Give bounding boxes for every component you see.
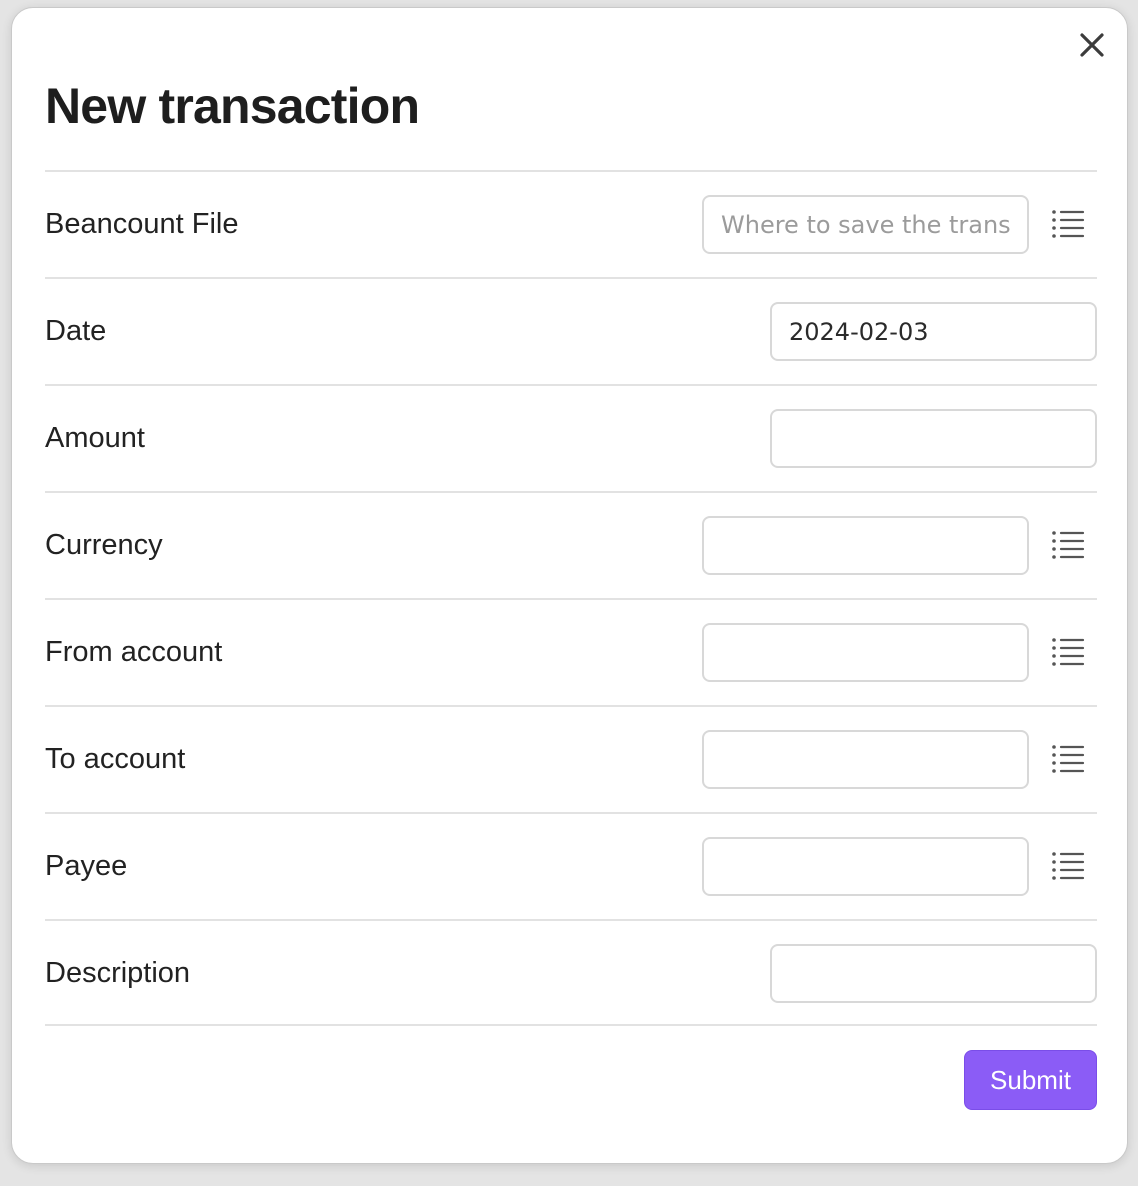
from-account-label: From account (45, 636, 223, 668)
currency-row: Currency (45, 491, 1097, 598)
transaction-form: Beancount File Date Amount Currency (45, 170, 1097, 1026)
close-icon (1080, 33, 1104, 57)
list-icon (1052, 745, 1085, 773)
beancount-file-label: Beancount File (45, 208, 239, 240)
date-input[interactable] (770, 302, 1097, 361)
from-account-list-button[interactable] (1050, 635, 1086, 669)
amount-row: Amount (45, 384, 1097, 491)
close-button[interactable] (1077, 30, 1107, 60)
beancount-file-list-button[interactable] (1050, 207, 1086, 241)
list-icon (1052, 531, 1085, 559)
list-icon (1052, 852, 1085, 880)
dialog-title: New transaction (45, 78, 420, 134)
beancount-file-input[interactable] (702, 195, 1029, 254)
from-account-row: From account (45, 598, 1097, 705)
to-account-list-button[interactable] (1050, 742, 1086, 776)
to-account-label: To account (45, 743, 186, 775)
currency-list-button[interactable] (1050, 528, 1086, 562)
payee-list-button[interactable] (1050, 849, 1086, 883)
currency-label: Currency (45, 529, 163, 561)
payee-label: Payee (45, 850, 128, 882)
description-label: Description (45, 957, 191, 989)
description-input[interactable] (770, 944, 1097, 1003)
to-account-input[interactable] (702, 730, 1029, 789)
new-transaction-dialog: New transaction Beancount File Date Amou… (11, 7, 1128, 1164)
list-icon (1052, 638, 1085, 666)
amount-input[interactable] (770, 409, 1097, 468)
list-icon (1052, 210, 1085, 238)
currency-input[interactable] (702, 516, 1029, 575)
date-row: Date (45, 277, 1097, 384)
payee-row: Payee (45, 812, 1097, 919)
from-account-input[interactable] (702, 623, 1029, 682)
payee-input[interactable] (702, 837, 1029, 896)
beancount-file-row: Beancount File (45, 170, 1097, 277)
description-row: Description (45, 919, 1097, 1026)
amount-label: Amount (45, 422, 145, 454)
to-account-row: To account (45, 705, 1097, 812)
submit-button[interactable]: Submit (964, 1050, 1097, 1110)
date-label: Date (45, 315, 107, 347)
